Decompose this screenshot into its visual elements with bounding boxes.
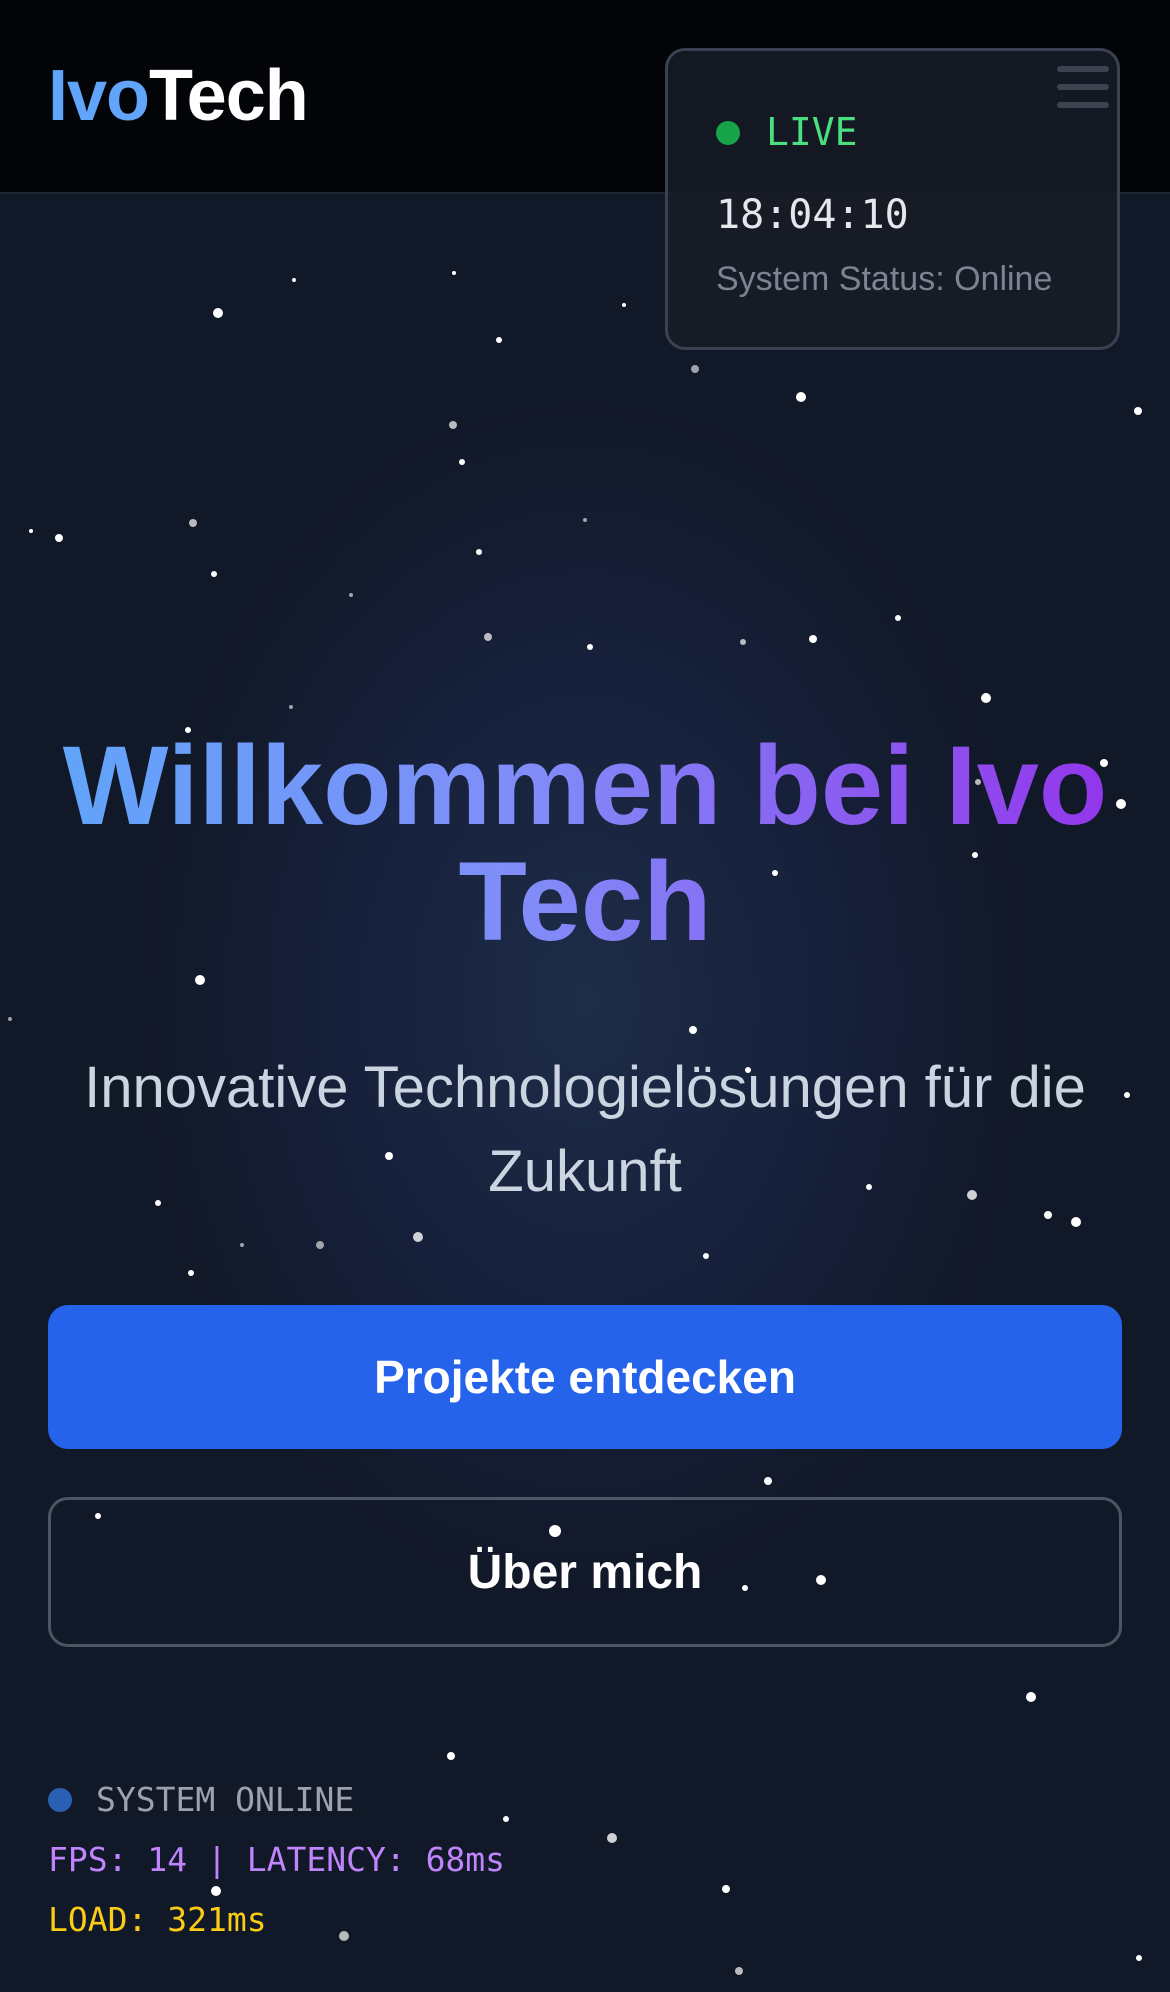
- brand-logo[interactable]: IvoTech: [48, 52, 309, 140]
- menu-bar: [1057, 102, 1109, 108]
- hero-title: Willkommen bei Ivo Tech: [40, 728, 1130, 960]
- hamburger-menu-icon[interactable]: [1055, 62, 1111, 112]
- system-status-text: System Status: Online: [716, 260, 1053, 298]
- live-status-card: LIVE 18:04:10 System Status: Online: [665, 48, 1120, 350]
- system-online-label: SYSTEM ONLINE: [96, 1780, 355, 1819]
- logo-ivo: Ivo: [48, 56, 150, 136]
- stats-separator: |: [206, 1840, 227, 1879]
- load-stats: LOAD: 321ms: [48, 1898, 267, 1942]
- latency-value: 68ms: [425, 1840, 506, 1879]
- system-online-dot: [48, 1788, 72, 1812]
- live-label: LIVE: [766, 110, 858, 154]
- latency-label: LATENCY:: [246, 1840, 406, 1879]
- fps-label: FPS:: [48, 1840, 128, 1879]
- explore-projects-button[interactable]: Projekte entdecken: [48, 1305, 1122, 1449]
- menu-bar: [1057, 66, 1109, 72]
- live-clock: 18:04:10: [716, 192, 909, 238]
- load-value: 321ms: [167, 1900, 267, 1939]
- logo-tech: Tech: [149, 56, 309, 136]
- menu-bar: [1057, 84, 1109, 90]
- live-indicator-dot: [716, 121, 740, 145]
- performance-stats: FPS: 14 | LATENCY: 68ms: [48, 1838, 505, 1882]
- load-label: LOAD:: [48, 1900, 148, 1939]
- hero-subtitle: Innovative Technologielösungen für die Z…: [84, 1055, 1086, 1204]
- fps-value: 14: [147, 1840, 188, 1879]
- about-me-button[interactable]: Über mich: [48, 1497, 1122, 1647]
